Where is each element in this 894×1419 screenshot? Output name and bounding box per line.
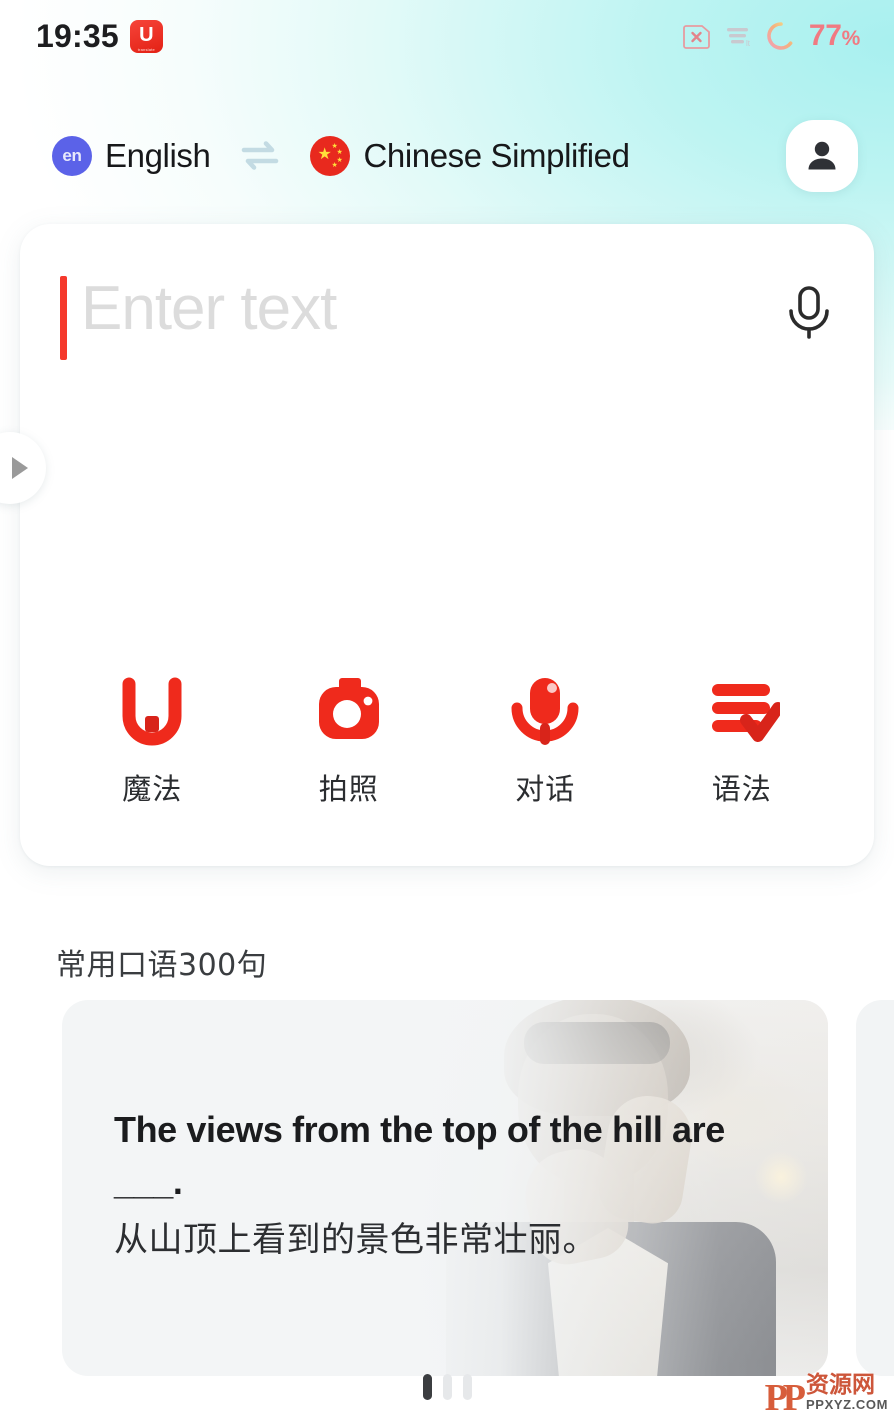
target-language-selector[interactable]: ★ ★ ★ ★ ★ Chinese Simplified xyxy=(310,136,630,176)
status-time: 19:35 xyxy=(36,17,119,54)
swap-languages-button[interactable] xyxy=(238,139,282,173)
quick-actions-row: 魔法 拍照 对话 语法 xyxy=(20,676,874,808)
app-badge-sub: translate xyxy=(137,46,155,52)
conversation-mic-icon xyxy=(507,676,583,748)
magic-u-icon xyxy=(114,676,190,748)
status-bar-left: 19:35 U translate xyxy=(36,18,163,55)
phrase-card[interactable]: The views from the top of the hill are _… xyxy=(62,1000,828,1376)
svg-text:lt: lt xyxy=(746,39,751,48)
nav-dot[interactable] xyxy=(422,1374,432,1400)
target-language-label: Chinese Simplified xyxy=(363,137,630,174)
avatar-button[interactable] xyxy=(786,120,858,192)
language-selector-group: en English ★ ★ ★ ★ ★ Chinese Simplified xyxy=(52,136,786,176)
phrases-section-title: 常用口语300句 xyxy=(56,948,268,983)
phrase-card-text: The views from the top of the hill are _… xyxy=(114,1104,788,1266)
nav-dot[interactable] xyxy=(442,1374,452,1400)
phrase-card-next-peek[interactable] xyxy=(856,1000,894,1376)
phrase-english: The views from the top of the hill are _… xyxy=(114,1109,725,1203)
translate-input-card: Enter text 魔法 拍照 对话 语法 xyxy=(20,224,874,866)
status-bar: 19:35 U translate lt 77% xyxy=(0,0,894,72)
grammar-check-icon xyxy=(704,676,780,748)
battery-percent: 77% xyxy=(809,19,860,53)
battery-percent-value: 77 xyxy=(808,19,842,52)
flag-en-icon: en xyxy=(52,136,92,176)
battery-percent-symbol: % xyxy=(841,27,861,50)
text-input-placeholder[interactable]: Enter text xyxy=(81,270,782,348)
phrase-chinese: 从山顶上看到的景色非常壮丽。 xyxy=(114,1220,597,1261)
battery-ring-icon xyxy=(766,21,796,51)
sim-card-x-icon xyxy=(682,23,712,49)
quick-action-label: 拍照 xyxy=(318,772,379,806)
watermark-brand: 资源网 xyxy=(806,1372,876,1399)
text-caret xyxy=(60,276,67,360)
flag-cn-icon: ★ ★ ★ ★ ★ xyxy=(310,136,351,176)
watermark-url: PPXYZ.COM xyxy=(806,1397,888,1413)
quick-action-label: 对话 xyxy=(515,772,576,806)
source-language-label: English xyxy=(105,137,211,174)
language-bar: en English ★ ★ ★ ★ ★ Chinese Simplified xyxy=(0,110,894,202)
microphone-icon xyxy=(789,286,829,339)
watermark-logo-text: PP xyxy=(764,1376,806,1419)
navigation-indicator[interactable] xyxy=(0,1374,894,1400)
nav-dot[interactable] xyxy=(462,1374,472,1400)
play-arrow-right-icon xyxy=(12,457,28,479)
phrases-carousel[interactable]: The views from the top of the hill are _… xyxy=(0,1000,894,1376)
app-badge-letter: U xyxy=(139,24,154,46)
quick-action-label: 魔法 xyxy=(122,772,183,806)
source-language-selector[interactable]: en English xyxy=(52,136,211,176)
signal-lt-icon: lt xyxy=(725,23,753,49)
text-input-row[interactable]: Enter text xyxy=(20,270,874,390)
app-badge-icon: U translate xyxy=(129,19,163,53)
camera-icon xyxy=(311,676,387,748)
quick-action-label: 语法 xyxy=(711,772,772,806)
watermark-logo: PP xyxy=(764,1376,806,1419)
voice-input-button[interactable] xyxy=(782,284,836,347)
quick-action-camera[interactable]: 拍照 xyxy=(274,676,424,808)
watermark-text-group: 资源网 PPXYZ.COM xyxy=(806,1374,888,1414)
quick-action-grammar[interactable]: 语法 xyxy=(667,676,817,808)
person-icon xyxy=(808,141,836,170)
watermark: PP 资源网 PPXYZ.COM xyxy=(764,1374,888,1419)
quick-action-conversation[interactable]: 对话 xyxy=(470,676,620,808)
status-bar-right: lt 77% xyxy=(682,19,860,53)
swap-arrows-icon xyxy=(242,141,279,170)
quick-action-magic[interactable]: 魔法 xyxy=(77,676,227,808)
